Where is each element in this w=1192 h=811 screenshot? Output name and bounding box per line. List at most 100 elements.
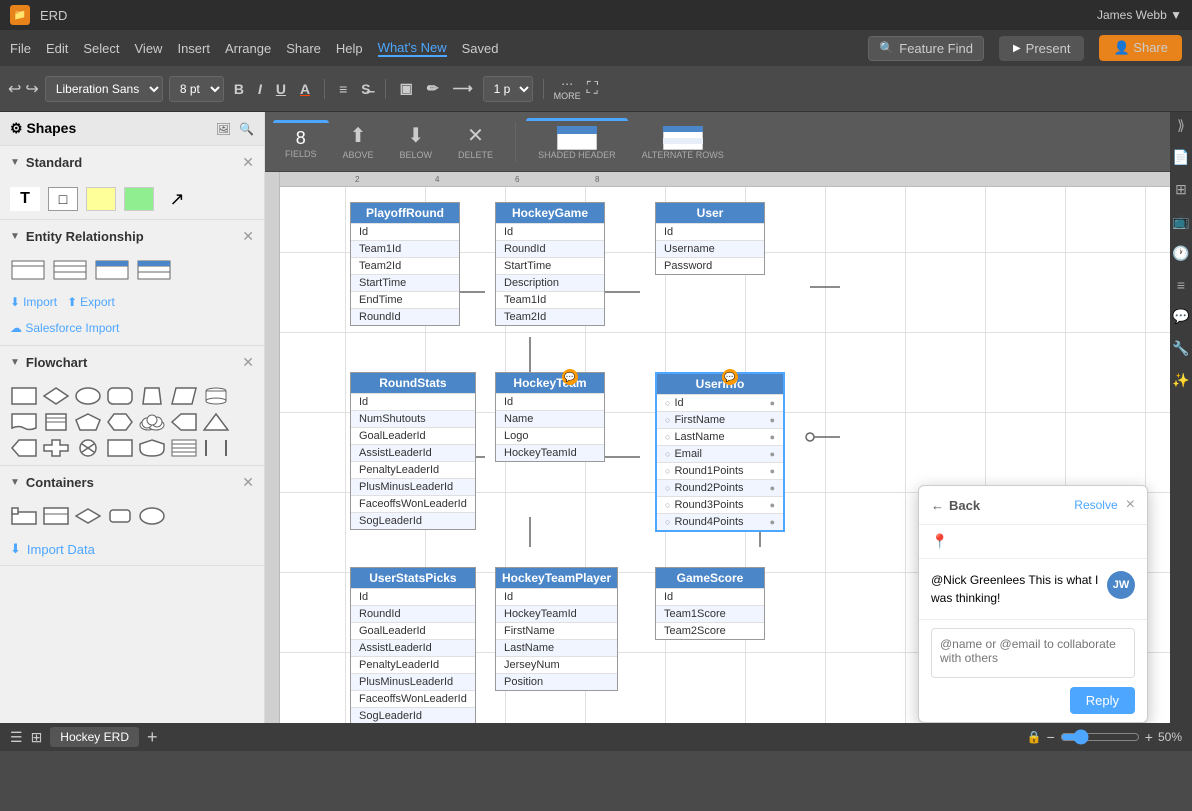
below-tool[interactable]: ⬇ BELOW <box>388 118 445 165</box>
fc-data[interactable] <box>42 411 70 433</box>
fc-list[interactable] <box>170 437 198 459</box>
add-diagram-button[interactable]: + <box>147 727 158 748</box>
fc-arrow-left[interactable] <box>170 411 198 433</box>
list-view-button[interactable]: ☰ <box>10 729 23 746</box>
menu-help[interactable]: Help <box>336 41 363 56</box>
er-close-icon[interactable]: ✕ <box>242 228 254 245</box>
container-shape-4[interactable] <box>106 505 134 527</box>
table-user[interactable]: User Id Username Password <box>655 202 765 275</box>
fc-rect[interactable] <box>10 385 38 407</box>
zoom-out-button[interactable]: − <box>1047 729 1055 745</box>
table-hockey-game[interactable]: HockeyGame Id RoundId StartTime Descript… <box>495 202 605 326</box>
above-tool[interactable]: ⬆ ABOVE <box>331 118 386 165</box>
fields-tool[interactable]: 8 FIELDS <box>273 120 329 164</box>
comment-input[interactable] <box>931 628 1135 678</box>
back-button[interactable]: ← Back <box>931 498 1074 513</box>
fc-rounded-rect[interactable] <box>106 385 134 407</box>
import-button[interactable]: ⬇ Import <box>10 295 57 309</box>
present-button[interactable]: Present <box>999 36 1085 61</box>
more-button[interactable]: ⋯MORE <box>554 77 581 101</box>
canvas[interactable]: 2 4 6 8 <box>265 172 1170 723</box>
flowchart-close-icon[interactable]: ✕ <box>242 354 254 371</box>
line-width-select[interactable]: 1 px <box>483 76 533 102</box>
menu-whats-new[interactable]: What's New <box>378 40 447 57</box>
fc-cross[interactable] <box>42 437 70 459</box>
standard-close-icon[interactable]: ✕ <box>242 154 254 171</box>
fc-doc[interactable] <box>10 411 38 433</box>
er-header[interactable]: ▼ Entity Relationship ✕ <box>0 220 264 253</box>
fc-diamond[interactable] <box>42 385 70 407</box>
er-shape-4[interactable] <box>136 259 172 281</box>
fc-cylinder[interactable] <box>202 385 230 407</box>
container-shape-1[interactable] <box>10 505 38 527</box>
menu-insert[interactable]: Insert <box>177 41 210 56</box>
comment-pin-user-info[interactable]: 💬 <box>722 369 738 385</box>
alternate-rows-tool[interactable]: ALTERNATE ROWS <box>630 118 736 165</box>
undo-button[interactable]: ↩ <box>8 79 21 99</box>
align-button[interactable]: ≡ <box>335 79 351 99</box>
er-shape-1[interactable] <box>10 259 46 281</box>
reply-button[interactable]: Reply <box>1070 687 1135 714</box>
rect-shape[interactable]: □ <box>48 187 78 211</box>
fc-shield[interactable] <box>138 437 166 459</box>
fc-hexagon[interactable] <box>106 411 134 433</box>
import-data-button[interactable]: ⬇ Import Data <box>0 533 264 565</box>
fc-bracket[interactable] <box>202 437 230 459</box>
right-icon-collapse[interactable]: ⟫ <box>1177 117 1185 134</box>
resolve-button[interactable]: Resolve <box>1074 498 1117 512</box>
text-shape[interactable]: T <box>10 187 40 211</box>
table-playoff-round[interactable]: PlayoffRound Id Team1Id Team2Id StartTim… <box>350 202 460 326</box>
strikethrough-button[interactable]: S̶ <box>357 79 374 99</box>
er-shape-2[interactable] <box>52 259 88 281</box>
sidebar-image-icon[interactable]: 🖼 <box>216 122 231 136</box>
right-icon-chat[interactable]: 💬 <box>1172 308 1189 325</box>
fc-trapezoid[interactable] <box>138 385 166 407</box>
standard-header[interactable]: ▼ Standard ✕ <box>0 146 264 179</box>
fc-cloud[interactable] <box>138 411 166 433</box>
zoom-slider[interactable] <box>1060 729 1140 745</box>
fc-oval[interactable] <box>74 385 102 407</box>
shaded-header-tool[interactable]: SHADED HEADER <box>526 118 628 165</box>
italic-button[interactable]: I <box>254 79 266 99</box>
grid-view-button[interactable]: ⊞ <box>31 729 43 746</box>
sidebar-search-icon[interactable]: 🔍 <box>239 122 254 136</box>
container-shape-3[interactable] <box>74 505 102 527</box>
close-comment-button[interactable]: × <box>1126 496 1135 514</box>
font-size-select[interactable]: 8 pt <box>169 76 224 102</box>
menu-share[interactable]: Share <box>286 41 321 56</box>
table-round-stats[interactable]: RoundStats Id NumShutouts GoalLeaderId A… <box>350 372 476 530</box>
table-user-stats-picks[interactable]: UserStatsPicks Id RoundId GoalLeaderId A… <box>350 567 476 723</box>
font-color-button[interactable]: A <box>296 79 314 99</box>
table-game-score[interactable]: GameScore Id Team1Score Team2Score <box>655 567 765 640</box>
right-icon-grid[interactable]: ⊞ <box>1175 181 1187 198</box>
menu-file[interactable]: File <box>10 41 31 56</box>
containers-close-icon[interactable]: ✕ <box>242 474 254 491</box>
right-icon-format[interactable]: 🔧 <box>1172 340 1189 357</box>
fc-step[interactable] <box>10 437 38 459</box>
fc-x[interactable] <box>74 437 102 459</box>
note-shape[interactable] <box>86 187 116 211</box>
canvas-area[interactable]: 8 FIELDS ⬆ ABOVE ⬇ BELOW ✕ DELETE SHADED… <box>265 112 1170 723</box>
menu-select[interactable]: Select <box>83 41 119 56</box>
containers-header[interactable]: ▼ Containers ✕ <box>0 466 264 499</box>
right-icon-clock[interactable]: 🕐 <box>1172 245 1189 262</box>
highlight-shape[interactable] <box>124 187 154 211</box>
stroke-color-button[interactable]: ✏ <box>423 78 443 99</box>
share-button[interactable]: 👤 Share <box>1099 35 1182 61</box>
menu-arrange[interactable]: Arrange <box>225 41 271 56</box>
menu-view[interactable]: View <box>135 41 163 56</box>
delete-tool[interactable]: ✕ DELETE <box>446 118 505 165</box>
bold-button[interactable]: B <box>230 79 248 99</box>
underline-button[interactable]: U <box>272 79 290 99</box>
expand-button[interactable]: ⛶ <box>587 80 598 98</box>
fc-pentagon[interactable] <box>74 411 102 433</box>
table-hockey-team[interactable]: HockeyTeam Id Name Logo HockeyTeamId <box>495 372 605 462</box>
font-select[interactable]: Liberation Sans <box>45 76 163 102</box>
fc-rect2[interactable] <box>106 437 134 459</box>
comment-pin-hockey-team[interactable]: 💬 <box>562 369 578 385</box>
container-shape-2[interactable] <box>42 505 70 527</box>
user-name[interactable]: James Webb ▼ <box>1097 8 1182 22</box>
right-icon-layers[interactable]: ≡ <box>1177 277 1185 293</box>
fill-button[interactable]: ▣ <box>396 78 417 99</box>
fc-parallelogram[interactable] <box>170 385 198 407</box>
